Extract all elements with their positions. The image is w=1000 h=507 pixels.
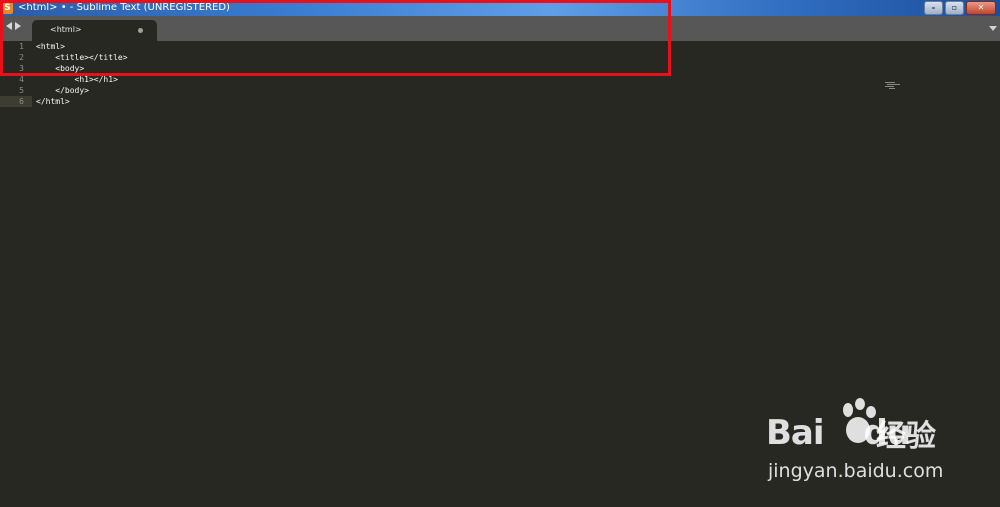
sublime-app-icon: S bbox=[2, 2, 13, 14]
minimap[interactable] bbox=[885, 81, 900, 91]
tab-overflow-chevron-icon[interactable] bbox=[989, 26, 997, 31]
code-line: 1 <html> bbox=[0, 41, 1000, 52]
tab-label: <html> bbox=[50, 25, 82, 34]
line-number: 4 bbox=[19, 75, 24, 84]
unsaved-dot-icon[interactable] bbox=[138, 28, 143, 33]
watermark-chinese-text: 经验 bbox=[876, 419, 936, 454]
code-text[interactable]: </html> bbox=[36, 96, 70, 107]
code-line: 3 <body> bbox=[0, 63, 1000, 74]
tab-bar: <html> bbox=[0, 16, 1000, 41]
line-number: 5 bbox=[19, 86, 24, 95]
code-line: 4 <h1></h1> bbox=[0, 74, 1000, 85]
close-button[interactable]: ✕ bbox=[966, 1, 996, 15]
baidu-jingyan-watermark: Bai du 经验 jingyan.baidu.com bbox=[766, 398, 996, 488]
code-text[interactable]: <title></title> bbox=[36, 52, 127, 63]
line-number: 3 bbox=[19, 64, 24, 73]
code-line: 2 <title></title> bbox=[0, 52, 1000, 63]
code-text[interactable]: </body> bbox=[36, 85, 89, 96]
tab-next-icon[interactable] bbox=[15, 22, 21, 30]
window-title-bar[interactable]: S <html> • - Sublime Text (UNREGISTERED)… bbox=[0, 0, 1000, 16]
maximize-button[interactable]: ▫ bbox=[945, 1, 964, 15]
tab-prev-icon[interactable] bbox=[6, 22, 12, 30]
tab-nav-arrows bbox=[6, 22, 21, 30]
tab-html[interactable]: <html> bbox=[32, 20, 157, 41]
window-title: <html> • - Sublime Text (UNREGISTERED) bbox=[18, 2, 230, 13]
line-number: 1 bbox=[19, 42, 24, 51]
line-number: 2 bbox=[19, 53, 24, 62]
code-text[interactable]: <body> bbox=[36, 63, 84, 74]
code-text[interactable]: <h1></h1> bbox=[36, 74, 118, 85]
window-controls: – ▫ ✕ bbox=[924, 1, 996, 15]
code-line: 5 </body> bbox=[0, 85, 1000, 96]
line-number: 6 bbox=[19, 97, 24, 106]
minimize-button[interactable]: – bbox=[924, 1, 943, 15]
code-line-active: 6 </html> bbox=[0, 96, 1000, 107]
code-text[interactable]: <html> bbox=[36, 41, 65, 52]
paw-icon bbox=[843, 398, 876, 443]
watermark-url: jingyan.baidu.com bbox=[768, 460, 944, 482]
